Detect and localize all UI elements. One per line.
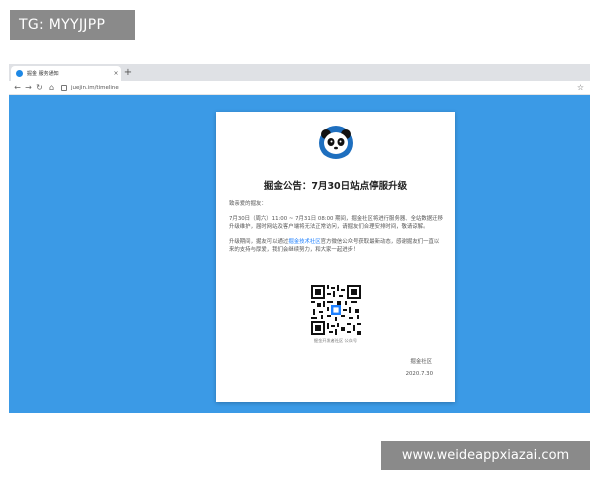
browser-toolbar: ← → ↻ ⌂ juejin.im/timeline ☆ [9, 81, 590, 95]
announcement-body: 致亲爱的掘友： 7月30日（周六）11:00 ~ 7月31日 08:00 期间，… [229, 200, 443, 261]
url-text: juejin.im/timeline [71, 85, 119, 91]
star-icon[interactable]: ☆ [575, 82, 586, 94]
home-icon[interactable]: ⌂ [46, 82, 57, 94]
active-tab[interactable]: 掘金 服务通知 × [11, 66, 121, 81]
address-bar[interactable]: juejin.im/timeline [61, 83, 561, 93]
paragraph-follow: 升级期间，掘友可以通过掘金技术社区官方微信公众号获取最新动态，感谢掘友们一直以来… [229, 238, 443, 254]
tab-title: 掘金 服务通知 [27, 71, 59, 77]
greeting-text: 致亲爱的掘友： [229, 201, 267, 207]
browser-window: 掘金 服务通知 × + ← → ↻ ⌂ juejin.im/timeline ☆ [9, 64, 590, 413]
watermark-bottom-right: www.weideappxiazai.com [381, 441, 590, 470]
juejin-favicon-icon [16, 70, 23, 77]
watermark-top-left: TG: MYYJJPP [10, 10, 135, 40]
lock-icon [61, 85, 67, 91]
close-tab-icon[interactable]: × [111, 70, 121, 77]
screenshot: TG: MYYJJPP 掘金 服务通知 × + ← → ↻ ⌂ juejin.i… [0, 0, 600, 480]
announcement-card: 掘金公告：7月30日站点停服升级 致亲爱的掘友： 7月30日（周六）11:00 … [216, 112, 455, 402]
qr-code-icon [311, 285, 361, 335]
paragraph-follow-pre: 升级期间，掘友可以通过 [229, 239, 289, 245]
wechat-account-link[interactable]: 掘金技术社区 [288, 239, 320, 245]
announcement-title: 掘金公告：7月30日站点停服升级 [263, 181, 408, 192]
forward-arrow-icon[interactable]: → [23, 82, 34, 94]
announcement-date: 2020.7.30 [405, 371, 433, 377]
reload-icon[interactable]: ↻ [34, 82, 45, 94]
signature: 掘金社区 [410, 359, 432, 365]
tab-strip: 掘金 服务通知 × + [9, 64, 590, 81]
back-arrow-icon[interactable]: ← [12, 82, 23, 94]
new-tab-button[interactable]: + [121, 66, 135, 80]
paragraph-maintenance: 7月30日（周六）11:00 ~ 7月31日 08:00 期间，掘金社区将进行服… [229, 216, 443, 230]
panda-logo-icon [319, 126, 353, 160]
qr-caption: 掘金开发者社区 公众号 [313, 338, 358, 343]
